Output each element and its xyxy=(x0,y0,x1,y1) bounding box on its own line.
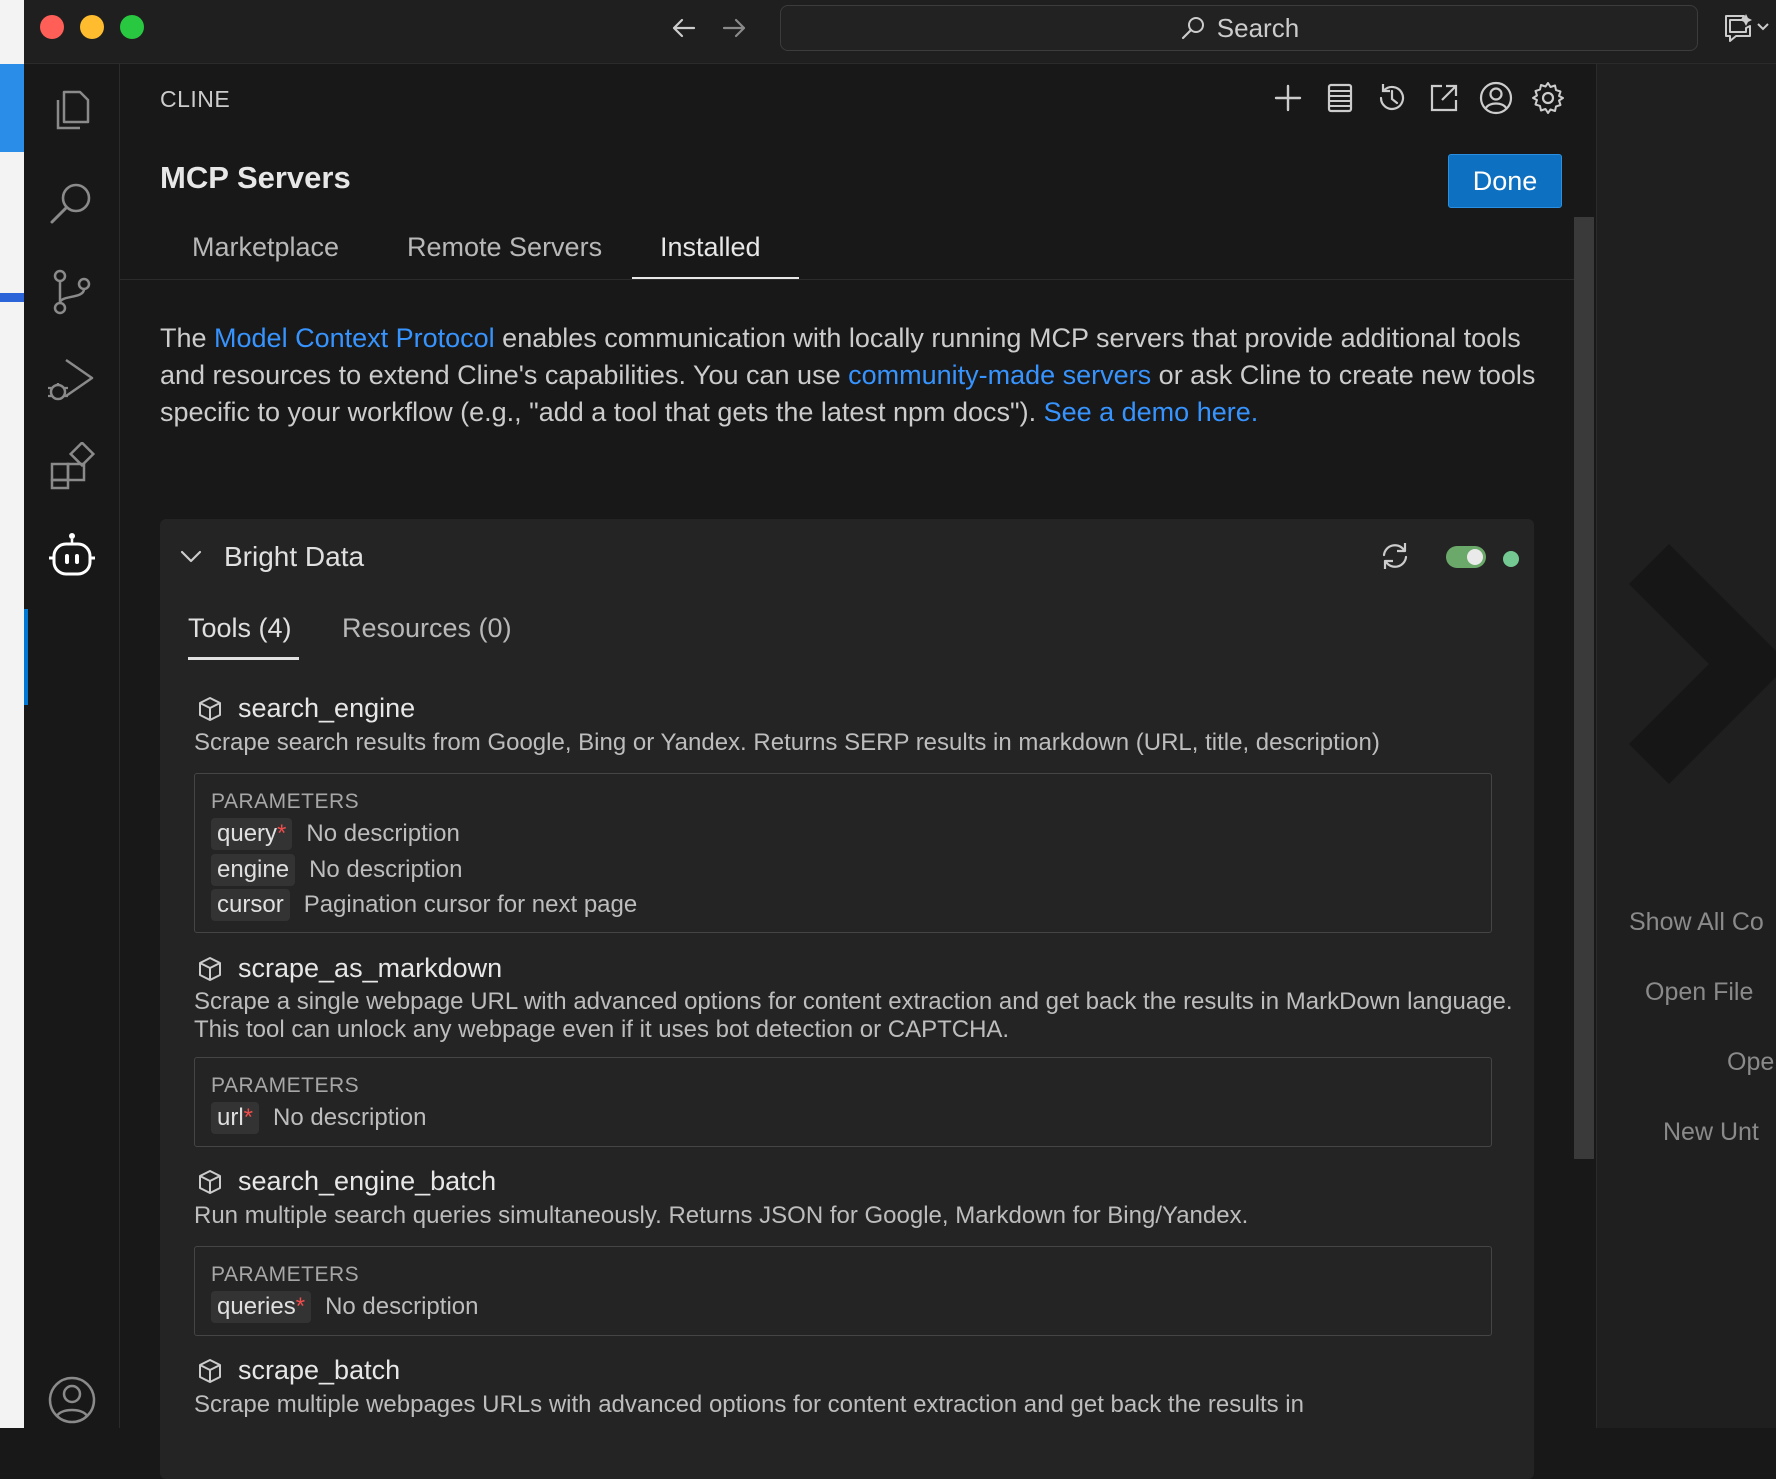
forward-arrow-icon[interactable] xyxy=(718,12,750,44)
tool-name: scrape_batch xyxy=(238,1355,401,1385)
param-row: query* No description xyxy=(211,818,460,850)
parameters-label: PARAMETERS xyxy=(211,1074,360,1097)
maximize-window-button[interactable] xyxy=(120,15,144,39)
demo-link[interactable]: See a demo here. xyxy=(1044,397,1259,427)
param-description: No description xyxy=(325,1293,479,1320)
done-button[interactable]: Done xyxy=(1448,154,1562,208)
param-chip: query* xyxy=(211,818,293,850)
cube-icon xyxy=(196,955,224,983)
tool-name: search_engine xyxy=(238,693,416,723)
title-bar: Search xyxy=(24,0,1776,64)
tabs-divider xyxy=(120,279,1575,280)
new-untitled-text: New Unt xyxy=(1663,1118,1759,1146)
run-debug-icon[interactable] xyxy=(46,354,98,406)
page-title: MCP Servers xyxy=(160,160,351,195)
param-description: No description xyxy=(273,1104,427,1131)
param-description: No description xyxy=(309,856,463,883)
model-context-protocol-link[interactable]: Model Context Protocol xyxy=(214,323,495,353)
tool-name: scrape_as_markdown xyxy=(238,953,503,983)
chevron-down-icon[interactable] xyxy=(178,543,204,569)
search-label: Search xyxy=(1216,12,1300,43)
history-icon[interactable] xyxy=(1374,80,1410,116)
param-row: queries* No description xyxy=(211,1291,478,1323)
panel-scrollbar[interactable] xyxy=(1574,217,1594,1159)
parameters-label: PARAMETERS xyxy=(211,1263,360,1286)
plus-icon[interactable] xyxy=(1270,80,1306,116)
tab-resources[interactable]: Resources (0) xyxy=(342,613,512,644)
active-view-indicator xyxy=(24,609,28,705)
server-status-dot xyxy=(1503,551,1519,567)
explorer-icon[interactable] xyxy=(46,84,98,136)
parameters-label: PARAMETERS xyxy=(211,790,360,813)
search-view-icon[interactable] xyxy=(46,178,98,230)
cube-icon xyxy=(196,1168,224,1196)
param-chip: cursor xyxy=(211,889,290,921)
tab-tools[interactable]: Tools (4) xyxy=(188,613,292,644)
account-icon[interactable] xyxy=(46,1374,98,1426)
background-window-edge xyxy=(0,0,24,1428)
mcp-servers-icon[interactable] xyxy=(1322,80,1358,116)
back-arrow-icon[interactable] xyxy=(668,12,700,44)
popout-icon[interactable] xyxy=(1426,80,1462,116)
server-enable-toggle[interactable] xyxy=(1446,546,1486,568)
param-row: engine No description xyxy=(211,854,463,886)
open-file-text: Open File xyxy=(1645,978,1754,1006)
tab-marketplace[interactable]: Marketplace xyxy=(192,232,339,263)
param-row: url* No description xyxy=(211,1102,426,1134)
cline-panel: CLINE MCP Servers Done Marketplace Remot… xyxy=(120,64,1597,1479)
command-search-input[interactable]: Search xyxy=(780,5,1698,51)
activity-bar xyxy=(24,64,120,1428)
tool-name: search_engine_batch xyxy=(238,1166,497,1196)
close-window-button[interactable] xyxy=(40,15,64,39)
parameters-box: PARAMETERS queries* No description xyxy=(194,1246,1492,1336)
cube-icon xyxy=(196,695,224,723)
copilot-chat-icon[interactable] xyxy=(1722,10,1772,44)
community-servers-link[interactable]: community-made servers xyxy=(848,360,1151,390)
vscode-watermark-icon xyxy=(1609,504,1776,824)
minimize-window-button[interactable] xyxy=(80,15,104,39)
tab-remote-servers[interactable]: Remote Servers xyxy=(407,232,602,263)
param-chip: url* xyxy=(211,1102,260,1134)
param-chip: engine xyxy=(211,854,296,886)
intro-text: The Model Context Protocol enables commu… xyxy=(160,323,1536,427)
account-circle-icon[interactable] xyxy=(1478,80,1514,116)
cline-robot-icon[interactable] xyxy=(46,530,98,582)
cube-icon xyxy=(196,1357,224,1385)
refresh-icon[interactable] xyxy=(1378,539,1412,573)
source-control-icon[interactable] xyxy=(46,266,98,318)
parameters-box: PARAMETERS query* No description engine … xyxy=(194,773,1492,933)
extensions-icon[interactable] xyxy=(46,442,98,494)
param-description: No description xyxy=(306,820,460,847)
param-chip: queries* xyxy=(211,1291,312,1323)
editor-area: Show All Co Open File Ope New Unt xyxy=(1597,64,1776,1428)
show-all-commands-text: Show All Co xyxy=(1629,908,1764,936)
tool-description: Scrape multiple webpages URLs with advan… xyxy=(194,1391,1304,1418)
open-folder-text: Ope xyxy=(1727,1048,1775,1076)
search-icon xyxy=(1179,14,1207,42)
tool-description: Run multiple search queries simultaneous… xyxy=(194,1202,1249,1229)
tool-description: Scrape a single webpage URL with advance… xyxy=(194,988,1513,1043)
server-name[interactable]: Bright Data xyxy=(224,541,364,573)
param-description: Pagination cursor for next page xyxy=(303,891,638,918)
server-card: Bright Data Tools (4) Resources (0) sear… xyxy=(160,519,1534,1479)
parameters-box: PARAMETERS url* No description xyxy=(194,1057,1492,1147)
param-row: cursor Pagination cursor for next page xyxy=(211,889,637,921)
panel-title: CLINE xyxy=(160,86,231,112)
tool-description: Scrape search results from Google, Bing … xyxy=(194,729,1380,756)
active-subtab-underline xyxy=(188,657,299,660)
tab-installed[interactable]: Installed xyxy=(660,232,761,263)
gear-icon[interactable] xyxy=(1530,80,1566,116)
